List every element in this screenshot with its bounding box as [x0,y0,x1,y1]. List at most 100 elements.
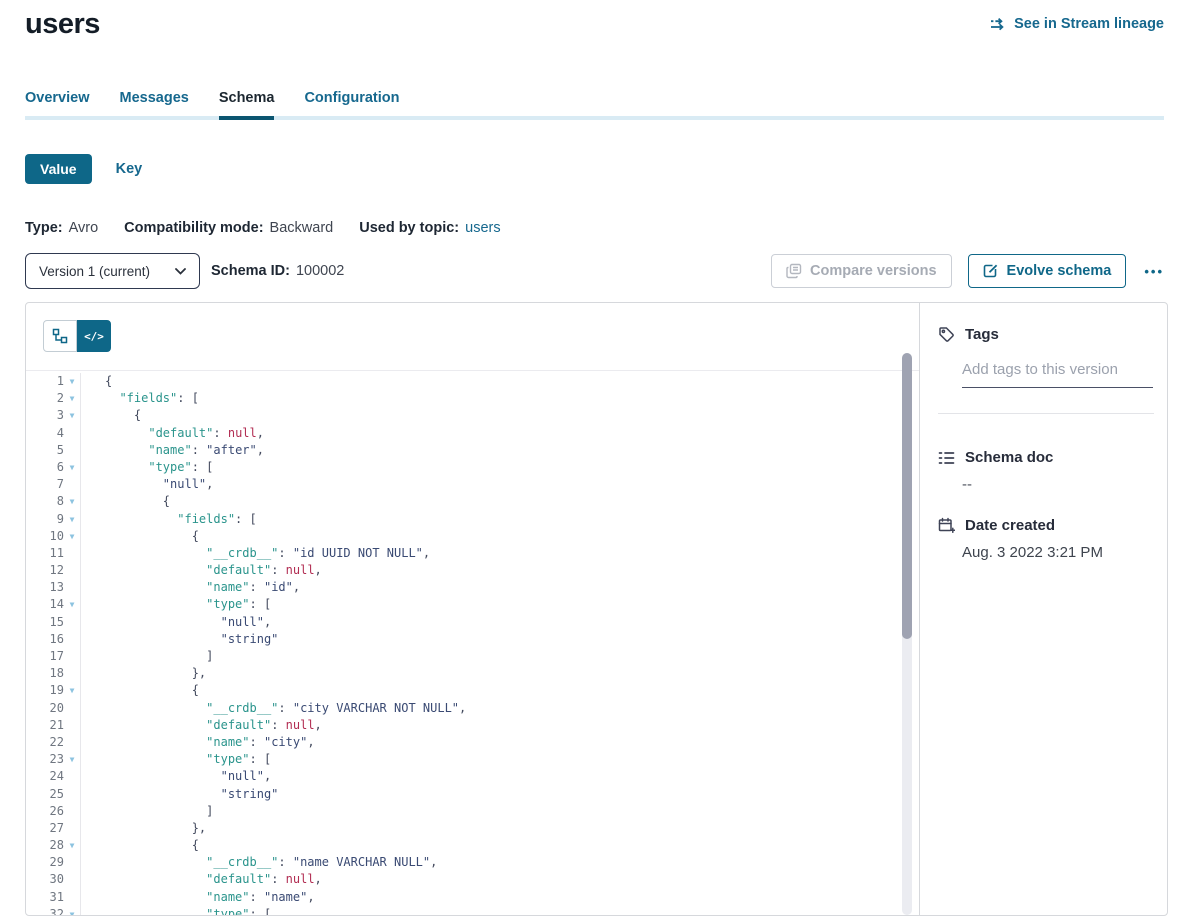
line-number: 1 [26,373,64,390]
fold-spacer [64,665,80,682]
fold-spacer [64,579,80,596]
tab-overview[interactable]: Overview [25,90,90,120]
line-number: 29 [26,854,64,871]
schema-doc-title: Schema doc [965,449,1053,466]
code-text: "__crdb__": "id UUID NOT NULL", [80,545,901,562]
date-created-title: Date created [965,517,1055,534]
code-text: ] [80,648,901,665]
tab-schema[interactable]: Schema [219,90,275,120]
value-tab-button[interactable]: Value [25,154,92,184]
line-number: 20 [26,700,64,717]
compare-versions-button[interactable]: Compare versions [771,254,952,288]
key-tab-link[interactable]: Key [116,161,143,177]
code-text: { [80,407,901,424]
fold-arrow-icon[interactable]: ▼ [64,390,80,407]
code-text: "default": null, [80,425,901,442]
stream-lineage-link[interactable]: See in Stream lineage [990,16,1164,32]
code-line: 14▼ "type": [ [26,596,901,613]
sidebar-divider [938,413,1154,414]
code-lines: 1▼{2▼ "fields": [3▼ {4 "default": null,5… [26,373,901,915]
schema-side-panel: Tags Schema doc -- [921,303,1169,915]
code-text: "string" [80,631,901,648]
code-line: 15 "null", [26,614,901,631]
line-number: 26 [26,803,64,820]
compare-versions-icon [786,263,802,279]
fold-arrow-icon[interactable]: ▼ [64,528,80,545]
fold-spacer [64,648,80,665]
line-number: 23 [26,751,64,768]
line-number: 11 [26,545,64,562]
schema-actions: Compare versions Evolve schema ••• [771,254,1166,288]
tags-input[interactable] [962,361,1153,388]
editor-scrollbar-thumb[interactable] [902,353,912,639]
topic-link[interactable]: users [465,220,500,236]
code-line: 9▼ "fields": [ [26,511,901,528]
code-text: }, [80,820,901,837]
fold-spacer [64,425,80,442]
fold-arrow-icon[interactable]: ▼ [64,373,80,390]
code-text: "__crdb__": "city VARCHAR NOT NULL", [80,700,901,717]
code-text: "null", [80,476,901,493]
code-view-button[interactable]: </> [77,320,111,352]
line-number: 2 [26,390,64,407]
code-line: 26 ] [26,803,901,820]
code-text: }, [80,665,901,682]
schema-id-value: 100002 [296,263,344,279]
fold-arrow-icon[interactable]: ▼ [64,407,80,424]
more-options-button[interactable]: ••• [1142,260,1166,283]
line-number: 27 [26,820,64,837]
code-text: "fields": [ [80,511,901,528]
fold-arrow-icon[interactable]: ▼ [64,837,80,854]
tab-configuration[interactable]: Configuration [304,90,399,120]
evolve-schema-button[interactable]: Evolve schema [968,254,1127,288]
used-by-topic-label: Used by topic: [359,220,459,236]
fold-spacer [64,631,80,648]
fold-arrow-icon[interactable]: ▼ [64,906,80,915]
line-number: 16 [26,631,64,648]
fold-arrow-icon[interactable]: ▼ [64,596,80,613]
fold-arrow-icon[interactable]: ▼ [64,511,80,528]
fold-spacer [64,786,80,803]
code-line: 7 "null", [26,476,901,493]
version-select[interactable]: Version 1 (current) [25,253,200,289]
code-text: "type": [ [80,596,901,613]
line-number: 32 [26,906,64,915]
code-line: 5 "name": "after", [26,442,901,459]
line-number: 8 [26,493,64,510]
fold-spacer [64,803,80,820]
code-line: 4 "default": null, [26,425,901,442]
stream-lineage-label: See in Stream lineage [1014,16,1164,32]
code-text: { [80,373,901,390]
code-line: 1▼{ [26,373,901,390]
code-text: { [80,528,901,545]
fold-spacer [64,545,80,562]
schema-id-label: Schema ID: [211,263,290,279]
compatibility-label: Compatibility mode: [124,220,263,236]
fold-arrow-icon[interactable]: ▼ [64,493,80,510]
code-text: { [80,493,901,510]
fold-spacer [64,734,80,751]
code-line: 31 "name": "name", [26,889,901,906]
chevron-down-icon [175,268,186,275]
tree-view-button[interactable] [43,320,77,352]
fold-arrow-icon[interactable]: ▼ [64,751,80,768]
fold-spacer [64,854,80,871]
code-text: "name": "after", [80,442,901,459]
code-text: "string" [80,786,901,803]
code-line: 19▼ { [26,682,901,699]
code-text: "type": [ [80,459,901,476]
tab-messages[interactable]: Messages [120,90,189,120]
date-created-value: Aug. 3 2022 3:21 PM [962,544,1103,561]
fold-arrow-icon[interactable]: ▼ [64,682,80,699]
list-icon [938,450,955,466]
line-number: 10 [26,528,64,545]
value-key-toggle: Value Key [25,154,142,184]
code-line: 23▼ "type": [ [26,751,901,768]
code-text: "type": [ [80,906,901,915]
code-text: "fields": [ [80,390,901,407]
fold-spacer [64,889,80,906]
fold-spacer [64,700,80,717]
fold-arrow-icon[interactable]: ▼ [64,459,80,476]
version-selected-value: Version 1 (current) [39,264,150,279]
compatibility-value: Backward [270,220,334,236]
